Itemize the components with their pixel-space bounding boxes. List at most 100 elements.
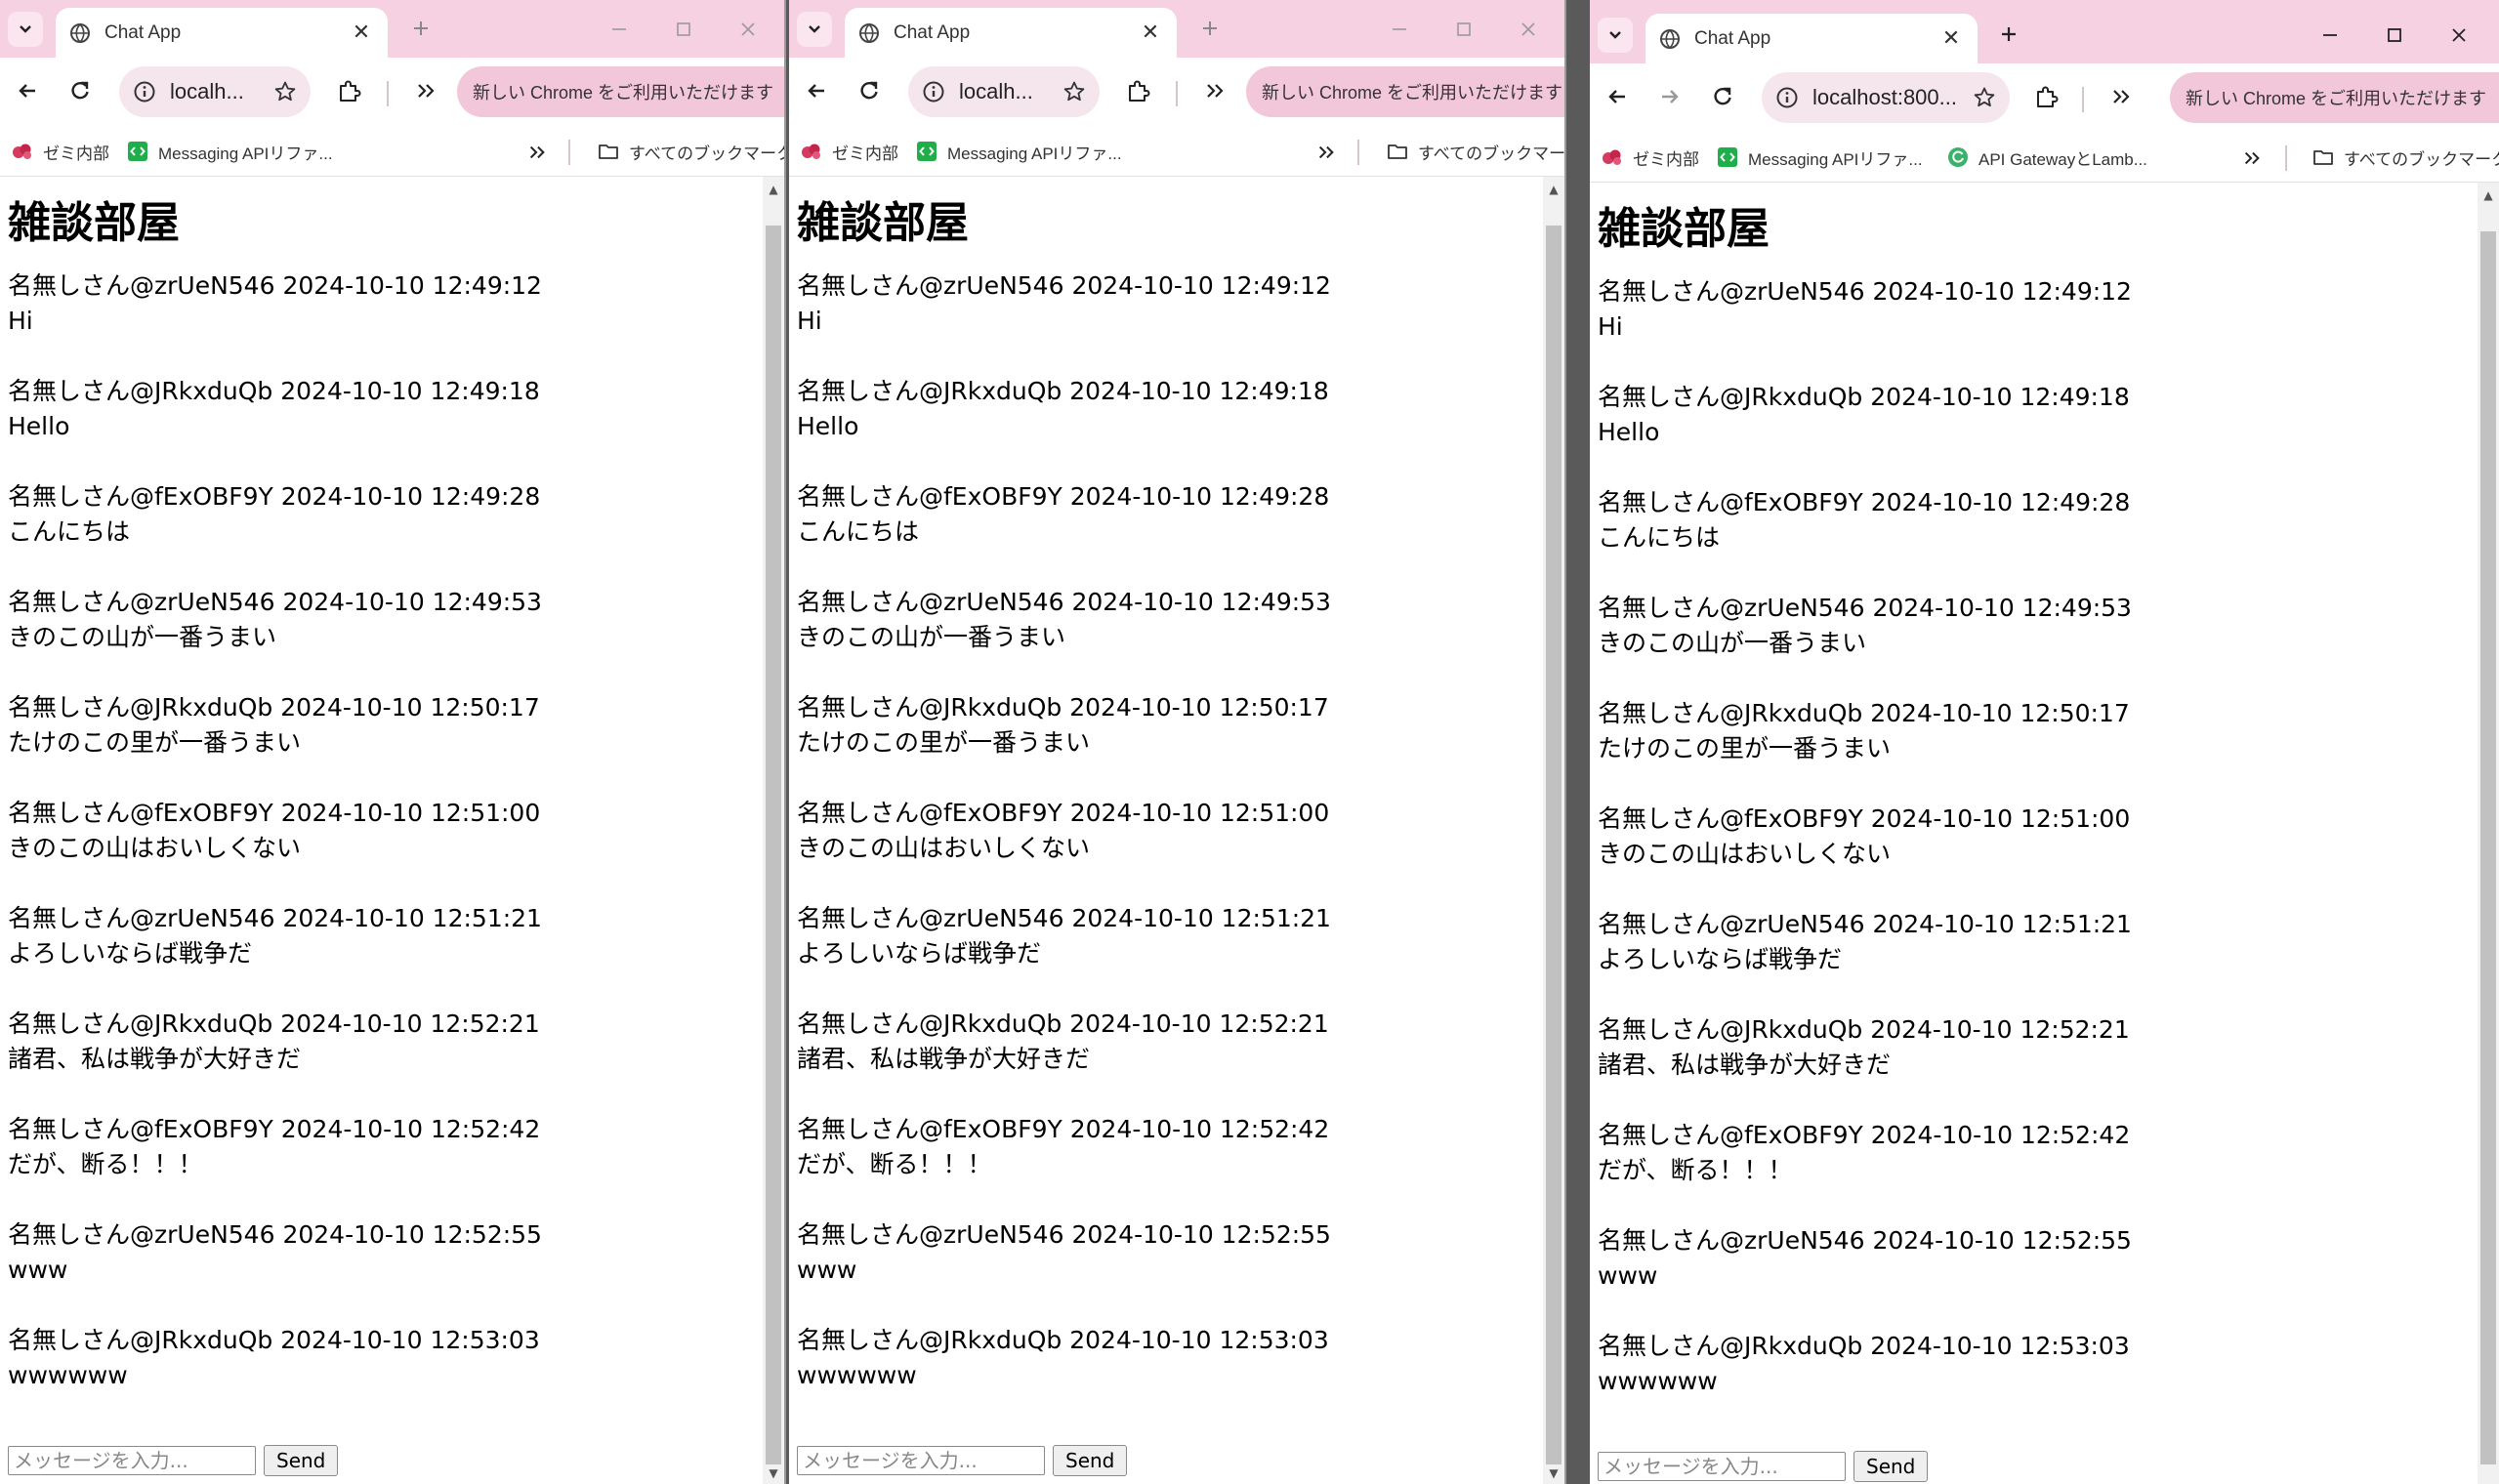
bookmark-item[interactable]: Messaging APIリファ...	[127, 136, 333, 167]
double-chevron-right-icon	[529, 145, 545, 159]
tab-close-icon[interactable]: ✕	[1138, 21, 1163, 45]
message-item: 名無しさん@fExOBF9Y 2024-10-10 12:51:00 きのこの山は…	[8, 796, 763, 901]
bookmark-item[interactable]: API GatewayとLamb...	[1947, 142, 2147, 173]
message-meta: 名無しさん@zrUeN546 2024-10-10 12:52:55	[8, 1220, 542, 1249]
double-chevron-right-icon	[2244, 151, 2260, 165]
scroll-down-icon[interactable]: ▼	[763, 1463, 784, 1484]
bookmarks-overflow-button[interactable]	[527, 137, 547, 168]
minimize-icon	[2323, 34, 2337, 36]
extensions-button[interactable]	[1121, 73, 1156, 108]
maximize-button[interactable]	[651, 12, 716, 47]
bookmarks-overflow-button[interactable]	[2242, 143, 2262, 174]
new-tab-button[interactable]	[1992, 18, 2025, 51]
minimize-button[interactable]	[587, 12, 651, 47]
star-icon[interactable]	[1973, 86, 1996, 109]
info-icon	[1776, 87, 1798, 108]
scrollbar[interactable]: ▲	[2478, 183, 2499, 1484]
overflow-button[interactable]	[1197, 73, 1232, 108]
address-bar[interactable]: localhost:800...	[1762, 72, 2010, 123]
reload-button[interactable]	[852, 73, 887, 108]
back-button[interactable]	[1600, 79, 1635, 114]
minimize-button[interactable]	[1367, 12, 1432, 47]
scroll-up-icon[interactable]: ▲	[763, 179, 784, 200]
message-item: 名無しさん@zrUeN546 2024-10-10 12:52:55 www	[797, 1217, 1543, 1323]
scrollbar[interactable]: ▲ ▼	[1543, 177, 1564, 1484]
all-bookmarks-button[interactable]: すべてのブックマーク	[1387, 136, 1564, 167]
double-chevron-right-icon	[418, 84, 435, 98]
tab-chat-app[interactable]: Chat App ✕	[56, 8, 388, 58]
send-button[interactable]: Send	[1853, 1451, 1929, 1482]
message-meta: 名無しさん@zrUeN546 2024-10-10 12:51:21	[8, 904, 542, 932]
extensions-button[interactable]	[2029, 79, 2064, 114]
page-title: 雑談部屋	[8, 198, 180, 248]
star-icon[interactable]	[273, 80, 297, 103]
tab-title: Chat App	[894, 21, 971, 43]
overflow-button[interactable]	[408, 73, 443, 108]
extensions-button[interactable]	[332, 73, 367, 108]
tab-chat-app[interactable]: Chat App ✕	[845, 8, 1177, 58]
reload-icon	[1714, 87, 1731, 105]
reload-button[interactable]	[1705, 79, 1740, 114]
bookmark-item[interactable]: ゼミ内部	[12, 136, 109, 167]
message-text: だが、断る！！！	[8, 1150, 203, 1178]
scrollbar-thumb[interactable]	[1546, 226, 1562, 1464]
minimize-button[interactable]	[2298, 18, 2362, 53]
chrome-update-button[interactable]: 新しい Chrome をご利用いただけます ⋮	[2170, 72, 2499, 123]
maximize-icon	[677, 22, 690, 36]
scrollbar-thumb[interactable]	[766, 226, 781, 1464]
message-text: www	[8, 1256, 68, 1284]
bookmark-item[interactable]: Messaging APIリファ...	[1717, 142, 1923, 173]
tab-search-button[interactable]	[8, 12, 43, 47]
message-item: 名無しさん@JRkxduQb 2024-10-10 12:49:18 Hello	[8, 374, 763, 479]
new-tab-button[interactable]	[404, 12, 437, 45]
more-vert-icon[interactable]: ⋮	[785, 79, 786, 104]
send-button[interactable]: Send	[1053, 1445, 1128, 1476]
reload-icon	[860, 81, 878, 100]
star-icon[interactable]	[1062, 80, 1086, 103]
bookmark-item[interactable]: ゼミ内部	[1602, 142, 1699, 173]
scroll-up-icon[interactable]: ▲	[1543, 179, 1564, 200]
tab-chat-app[interactable]: Chat App ✕	[1645, 14, 1978, 63]
tab-close-icon[interactable]: ✕	[349, 21, 374, 45]
forward-button[interactable]	[1652, 79, 1687, 114]
maximize-button[interactable]	[2362, 18, 2427, 53]
close-window-button[interactable]	[716, 12, 780, 47]
message-item: 名無しさん@zrUeN546 2024-10-10 12:51:21 よろしいなら…	[8, 901, 763, 1007]
tab-search-button[interactable]	[797, 12, 832, 47]
address-bar[interactable]: localh...	[908, 66, 1100, 117]
all-bookmarks-button[interactable]: すべてのブックマーク	[2312, 142, 2499, 173]
bookmark-item[interactable]: Messaging APIリファ...	[916, 136, 1122, 167]
close-window-button[interactable]	[1496, 12, 1561, 47]
maximize-button[interactable]	[1432, 12, 1496, 47]
new-tab-button[interactable]	[1193, 12, 1227, 45]
bookmarks-overflow-button[interactable]	[1316, 137, 1336, 168]
back-button[interactable]	[10, 73, 45, 108]
back-arrow-icon	[808, 84, 824, 98]
bookmark-item[interactable]: ゼミ内部	[801, 136, 898, 167]
close-window-button[interactable]	[2427, 18, 2491, 53]
scroll-up-icon[interactable]: ▲	[2478, 185, 2499, 206]
scrollbar[interactable]: ▲ ▼	[763, 177, 784, 1484]
message-input[interactable]	[797, 1446, 1045, 1475]
message-item: 名無しさん@zrUeN546 2024-10-10 12:49:53 きのこの山が…	[8, 585, 763, 690]
close-icon	[1521, 22, 1535, 36]
scroll-down-icon[interactable]: ▼	[1543, 1463, 1564, 1484]
all-bookmarks-button[interactable]: すべてのブックマーク	[598, 136, 784, 167]
back-button[interactable]	[799, 73, 834, 108]
message-meta: 名無しさん@zrUeN546 2024-10-10 12:49:53	[1598, 594, 2132, 622]
message-item: 名無しさん@fExOBF9Y 2024-10-10 12:51:00 きのこの山は…	[797, 796, 1543, 901]
scrollbar-thumb[interactable]	[2480, 231, 2496, 1464]
chrome-update-button[interactable]: 新しい Chrome をご利用いただけます ⋮	[1246, 66, 1564, 117]
send-button[interactable]: Send	[264, 1445, 339, 1476]
address-bar[interactable]: localh...	[119, 66, 311, 117]
bookmark-label: ゼミ内部	[1633, 149, 1699, 169]
message-item: 名無しさん@zrUeN546 2024-10-10 12:49:53 きのこの山が…	[1598, 591, 2478, 696]
chrome-update-button[interactable]: 新しい Chrome をご利用いただけます ⋮	[457, 66, 786, 117]
reload-button[interactable]	[62, 73, 98, 108]
tab-search-button[interactable]	[1598, 18, 1633, 53]
tab-close-icon[interactable]: ✕	[1938, 26, 1964, 51]
overflow-button[interactable]	[2103, 79, 2139, 114]
message-input[interactable]	[8, 1446, 256, 1475]
toolbar-divider	[2082, 87, 2084, 112]
message-input[interactable]	[1598, 1452, 1846, 1481]
